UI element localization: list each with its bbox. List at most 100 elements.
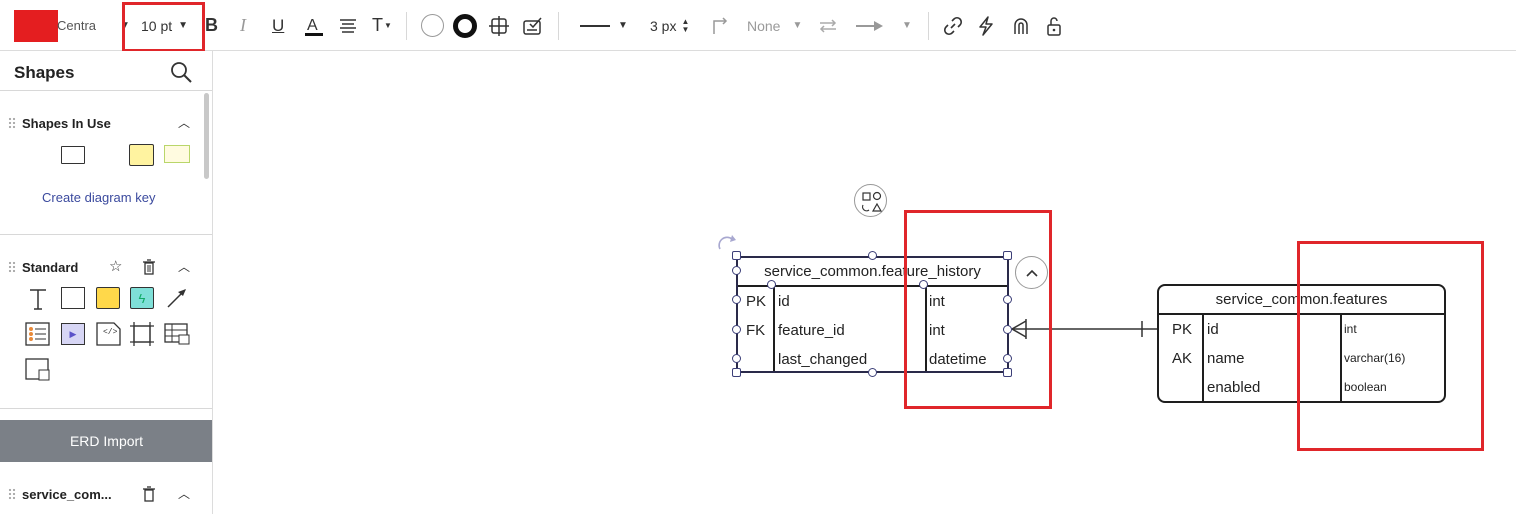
sticky-note-shape[interactable] [129,144,154,166]
toolbar-divider [928,12,929,40]
line-style-select[interactable]: ▼ [580,0,628,51]
erd-key-cell[interactable]: AK [1172,344,1192,373]
shape-options-button[interactable] [489,0,509,51]
toolbar: Centra ▼ 10 pt ▼ B I U A T ▼ ▼ 3 px ▲ ▼ … [0,0,1516,52]
drag-handle-icon[interactable] [8,117,16,129]
unlock-icon [1047,16,1061,36]
erd-key-cell[interactable]: FK [746,316,765,345]
underline-button[interactable]: U [272,0,284,51]
magnet-button[interactable] [1012,0,1030,51]
section-header-shapes-in-use[interactable]: Shapes In Use [8,112,204,134]
resize-handle[interactable] [868,251,877,260]
list-shape-icon[interactable] [25,322,51,346]
erd-field-name[interactable]: last_changed [778,345,867,374]
rectangle-shape[interactable] [61,146,85,164]
lock-button[interactable] [1046,0,1062,51]
font-family-select[interactable]: Centra ▼ [57,0,130,51]
erd-field-name[interactable]: feature_id [778,316,845,345]
drag-handle-icon[interactable] [8,261,16,273]
shapes-sidebar: Shapes Shapes In Use ︿ Create diagram ke… [0,51,213,514]
column-resize-point[interactable] [767,280,776,289]
embed-shape-icon[interactable] [25,358,51,382]
chevron-down-icon: ▼ [618,20,628,31]
connection-point[interactable] [732,354,741,363]
create-diagram-key-link[interactable]: Create diagram key [42,190,155,205]
magnet-icon [1014,17,1028,34]
connection-point[interactable] [732,266,741,275]
border-button[interactable] [453,0,477,51]
frame-icon [489,15,509,36]
fill-button[interactable] [421,0,444,51]
elbow-connector-icon [713,16,728,34]
italic-button[interactable]: I [240,0,246,51]
frame-shape-icon[interactable] [130,322,154,346]
resize-handle[interactable] [868,368,877,377]
link-icon [943,16,963,35]
yellow-rectangle-shape[interactable] [164,145,190,163]
erd-import-button[interactable]: ERD Import [0,420,212,462]
sidebar-title: Shapes [14,63,75,82]
diagram-canvas[interactable]: service_common.feature_history PK id int… [214,51,1516,514]
text-format-icon: T [372,15,383,35]
fill-color-swatch[interactable] [14,0,58,51]
font-family-value: Centra [57,18,97,33]
star-icon[interactable]: ☆ [109,257,122,275]
sticky-note-shape[interactable] [96,287,120,309]
chevron-down-icon: ▼ [902,20,912,31]
text-color-button[interactable]: A [304,0,324,51]
divider [0,408,212,409]
erd-key-cell[interactable]: PK [746,287,766,316]
code-shape-icon[interactable]: </> [96,322,122,346]
line-width-value: 3 px [650,17,677,34]
trash-icon[interactable] [142,259,156,275]
line-width-stepper[interactable]: 3 px ▲ ▼ [650,0,689,51]
chevron-up-icon[interactable]: ︿ [178,258,190,275]
rectangle-shape[interactable] [61,287,85,309]
drag-handle-icon[interactable] [8,488,16,500]
line-end-select[interactable]: ▼ [856,0,912,51]
swap-arrows-icon [819,18,837,33]
erd-key-cell[interactable]: PK [1172,315,1192,344]
sidebar-scrollbar[interactable] [204,93,209,179]
erd-field-name[interactable]: id [1207,315,1219,344]
trash-icon[interactable] [142,486,156,502]
arrow-end-icon [856,20,883,31]
column-divider [1202,315,1204,401]
play-icon: ▶ [69,328,77,339]
chevron-up-icon[interactable]: ︿ [178,485,190,502]
toolbar-divider [406,12,407,40]
video-shape[interactable]: ▶ [61,323,85,345]
table-shape-icon[interactable] [164,323,190,345]
swap-ends-button[interactable] [818,0,838,51]
connection-point[interactable] [732,295,741,304]
text-options-button[interactable]: T ▼ [372,0,392,51]
chevron-down-icon: ▼ [384,21,392,30]
bold-button[interactable]: B [205,0,218,51]
arrow-shape-icon[interactable] [166,287,188,309]
section-header-standard[interactable]: Standard [8,256,204,278]
link-button[interactable] [943,0,963,51]
search-button[interactable] [169,60,193,84]
section-label: Standard [22,259,79,275]
condition-button[interactable] [522,0,544,51]
underline-icon: U [272,15,285,35]
action-shape[interactable]: ϟ [130,287,154,309]
action-button[interactable] [978,0,994,51]
erd-field-name[interactable]: id [778,287,790,316]
connector-style-button[interactable] [712,0,730,51]
stepper-arrows-icon: ▲ ▼ [681,16,690,34]
chevron-up-icon[interactable]: ︿ [178,114,190,131]
resize-handle[interactable] [732,251,741,260]
resize-handle[interactable] [732,368,741,377]
line-start-value: None [747,17,781,34]
section-header-service-common[interactable]: service_com... [8,483,204,505]
text-color-icon: A [305,17,323,36]
erd-field-name[interactable]: enabled [1207,373,1260,402]
connection-point[interactable] [732,325,741,334]
svg-text:A: A [307,17,318,34]
align-button[interactable] [339,0,357,51]
text-shape-icon[interactable] [28,288,48,310]
line-start-select[interactable]: None ▼ [747,0,802,51]
erd-field-name[interactable]: name [1207,344,1245,373]
section-label: Shapes In Use [22,115,111,131]
